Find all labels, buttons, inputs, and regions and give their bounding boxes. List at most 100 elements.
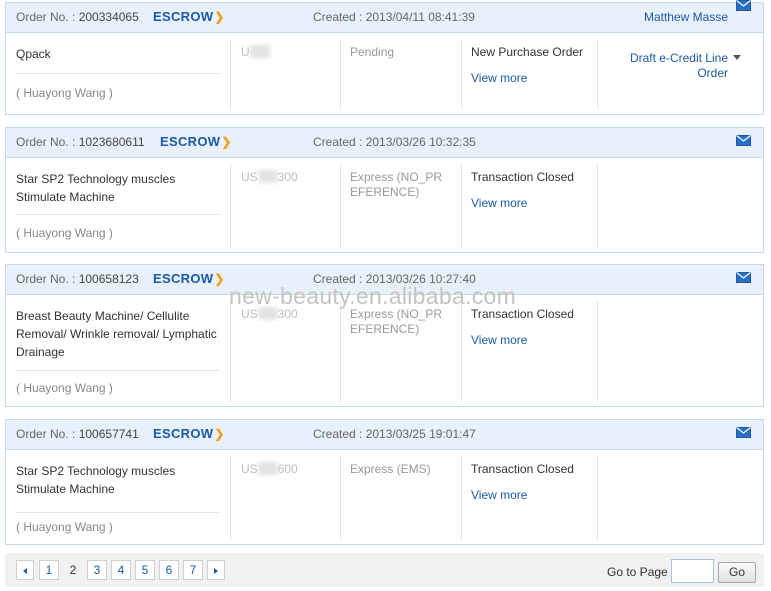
order-body: Breast Beauty Machine/ Cellulite Removal…	[6, 295, 763, 408]
column-divider	[340, 301, 341, 402]
amount-prefix: U	[241, 45, 250, 59]
view-more-link[interactable]: View more	[471, 71, 527, 85]
shipping-method: Express (EMS)	[350, 462, 431, 476]
escrow-arrow-icon: ❯	[214, 10, 225, 24]
trade-status: Transaction Closed	[471, 170, 574, 184]
page-link-3[interactable]: 3	[87, 560, 107, 580]
order-created: Created : 2013/04/11 08:41:39	[313, 10, 475, 24]
order-number-value: 100657741	[78, 427, 139, 441]
column-divider	[340, 39, 341, 110]
product-divider	[16, 512, 220, 513]
order-created: Created : 2013/03/26 10:32:35	[313, 135, 476, 149]
order-amount: U	[241, 45, 270, 59]
order-amount: US 300	[241, 170, 298, 184]
pagination-bar: 1 2 3 4 5 6 7 Go to Page Go	[5, 553, 764, 587]
created-label: Created :	[313, 135, 363, 149]
order-number: Order No. : 100658123	[16, 272, 139, 286]
order-card: Order No. : 200334065 ESCROW❯ Created : …	[5, 0, 764, 116]
view-more-link[interactable]: View more	[471, 333, 527, 347]
escrow-logo: ESCROW❯	[153, 9, 225, 24]
mail-icon[interactable]	[736, 0, 751, 11]
mail-icon[interactable]	[736, 135, 751, 146]
seller-name: ( Huayong Wang )	[16, 381, 113, 395]
amount-redacted	[249, 45, 270, 58]
order-card: Order No. : 1023680611 ESCROW❯ Created :…	[5, 127, 764, 253]
mail-icon[interactable]	[736, 427, 751, 438]
view-more-link[interactable]: View more	[471, 488, 527, 502]
order-header: Order No. : 200334065 ESCROW❯ Created : …	[6, 0, 763, 33]
escrow-arrow-icon: ❯	[214, 427, 225, 441]
goto-page-input[interactable]	[671, 559, 714, 583]
order-number: Order No. : 100657741	[16, 427, 139, 441]
column-divider	[340, 164, 341, 248]
page-link-6[interactable]: 6	[159, 560, 179, 580]
order-number-label: Order No. :	[16, 10, 76, 24]
escrow-logo: ESCROW❯	[153, 426, 225, 441]
amount-redacted	[257, 170, 278, 183]
action-label-line2: Order	[697, 66, 728, 80]
created-value: 2013/04/11 08:41:39	[365, 10, 475, 24]
order-header: Order No. : 1023680611 ESCROW❯ Created :…	[6, 128, 763, 158]
escrow-arrow-icon: ❯	[221, 135, 232, 149]
view-more-link[interactable]: View more	[471, 196, 527, 210]
chevron-right-icon	[214, 568, 218, 574]
prev-page-button[interactable]	[16, 560, 34, 580]
product-name: Qpack	[16, 47, 51, 61]
order-body: Star SP2 Technology muscles Stimulate Ma…	[6, 450, 763, 546]
created-label: Created :	[313, 427, 363, 441]
escrow-label: ESCROW	[153, 9, 214, 24]
seller-name: ( Huayong Wang )	[16, 86, 113, 100]
page-link-7[interactable]: 7	[183, 560, 203, 580]
shipping-method: Express (NO_PREFERENCE)	[350, 170, 443, 199]
amount-prefix: US	[241, 170, 258, 184]
column-divider	[230, 164, 231, 248]
escrow-arrow-icon: ❯	[214, 272, 225, 286]
mail-icon[interactable]	[736, 272, 751, 283]
order-header: Order No. : 100657741 ESCROW❯ Created : …	[6, 420, 763, 450]
order-number-value: 100658123	[78, 272, 139, 286]
created-value: 2013/03/25 19:01:47	[365, 427, 476, 441]
order-body: Qpack ( Huayong Wang ) U Pending New Pur…	[6, 33, 763, 116]
trade-status: New Purchase Order	[471, 45, 584, 59]
next-page-button[interactable]	[207, 560, 225, 580]
product-divider	[16, 73, 220, 74]
page-link-1[interactable]: 1	[39, 560, 59, 580]
column-divider	[461, 39, 462, 110]
page-link-5[interactable]: 5	[135, 560, 155, 580]
chevron-down-icon	[733, 55, 741, 60]
product-divider	[16, 370, 220, 371]
column-divider	[597, 39, 598, 110]
order-list-page: Order No. : 200334065 ESCROW❯ Created : …	[0, 0, 771, 591]
amount-prefix: US	[241, 462, 258, 476]
escrow-label: ESCROW	[153, 426, 214, 441]
column-divider	[461, 301, 462, 402]
product-name: Breast Beauty Machine/ Cellulite Removal…	[16, 309, 217, 359]
column-divider	[230, 456, 231, 540]
page-current-2: 2	[69, 563, 77, 577]
column-divider	[230, 301, 231, 402]
buyer-name-link[interactable]: Matthew Masse	[644, 10, 728, 24]
escrow-label: ESCROW	[153, 271, 214, 286]
product-divider	[16, 214, 220, 215]
seller-name: ( Huayong Wang )	[16, 226, 113, 240]
created-label: Created :	[313, 10, 363, 24]
seller-name: ( Huayong Wang )	[16, 520, 113, 534]
order-number: Order No. : 200334065	[16, 10, 139, 24]
escrow-logo: ESCROW❯	[153, 271, 225, 286]
page-link-4[interactable]: 4	[111, 560, 131, 580]
column-divider	[461, 164, 462, 248]
amount-suffix: 600	[277, 462, 298, 476]
draft-credit-line-order-dropdown[interactable]: Draft e-Credit Line Order	[630, 51, 741, 81]
order-number-label: Order No. :	[16, 427, 76, 441]
amount-suffix: 300	[277, 170, 298, 184]
shipping-method: Express (NO_PREFERENCE)	[350, 307, 443, 336]
column-divider	[230, 39, 231, 110]
watermark: new-beauty.en.alibaba.com	[229, 283, 517, 309]
go-button[interactable]: Go	[718, 562, 756, 583]
chevron-left-icon	[23, 568, 27, 574]
escrow-label: ESCROW	[160, 134, 221, 149]
column-divider	[597, 301, 598, 402]
order-card: Order No. : 100657741 ESCROW❯ Created : …	[5, 419, 764, 545]
amount-redacted	[257, 462, 278, 475]
column-divider	[340, 456, 341, 540]
